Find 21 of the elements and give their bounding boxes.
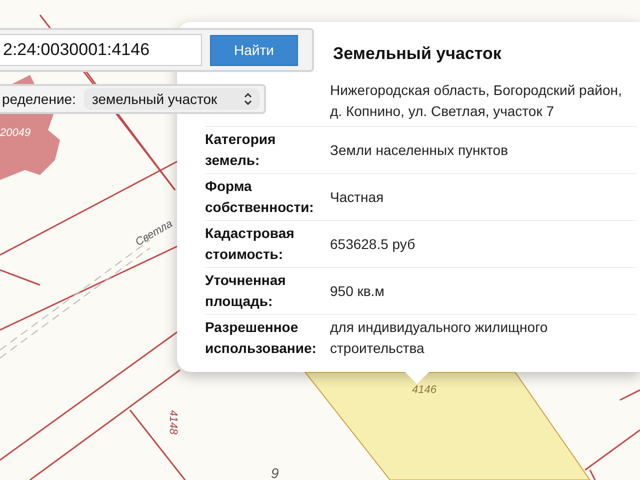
popup-title: Земельный участок xyxy=(333,44,502,64)
field-label: Форма собственности: xyxy=(205,173,327,220)
map-label: 9 xyxy=(271,465,279,480)
field-value: Частная xyxy=(327,173,637,220)
field-value: Земли населенных пунктов xyxy=(327,126,637,173)
definition-label: ределение: xyxy=(2,91,76,107)
map-label: 4148 xyxy=(167,410,179,434)
field-value: для индивидуального жилищного строительства xyxy=(327,314,637,361)
field-label: Категория земель: xyxy=(205,126,327,173)
field-value: 653628.5 руб xyxy=(327,220,637,267)
map-label: 20049 xyxy=(0,127,31,139)
field-label: Разрешенное использование: xyxy=(205,314,327,361)
type-select[interactable]: земельный участок xyxy=(84,88,260,110)
field-label: Кадастровая стоимость: xyxy=(205,220,327,267)
address-text: Нижегородская область, Богородский район, д. Копнино, ул. Светлая, участок 7 xyxy=(329,81,623,121)
search-field[interactable]: 2:24:0030001:4146 xyxy=(0,34,202,66)
find-button[interactable]: Найти xyxy=(210,34,298,66)
chevron-icon xyxy=(244,93,252,105)
map-label: 4146 xyxy=(412,384,436,396)
field-value: 950 кв.м xyxy=(327,267,637,314)
field-label: Уточненная площадь: xyxy=(205,267,327,314)
